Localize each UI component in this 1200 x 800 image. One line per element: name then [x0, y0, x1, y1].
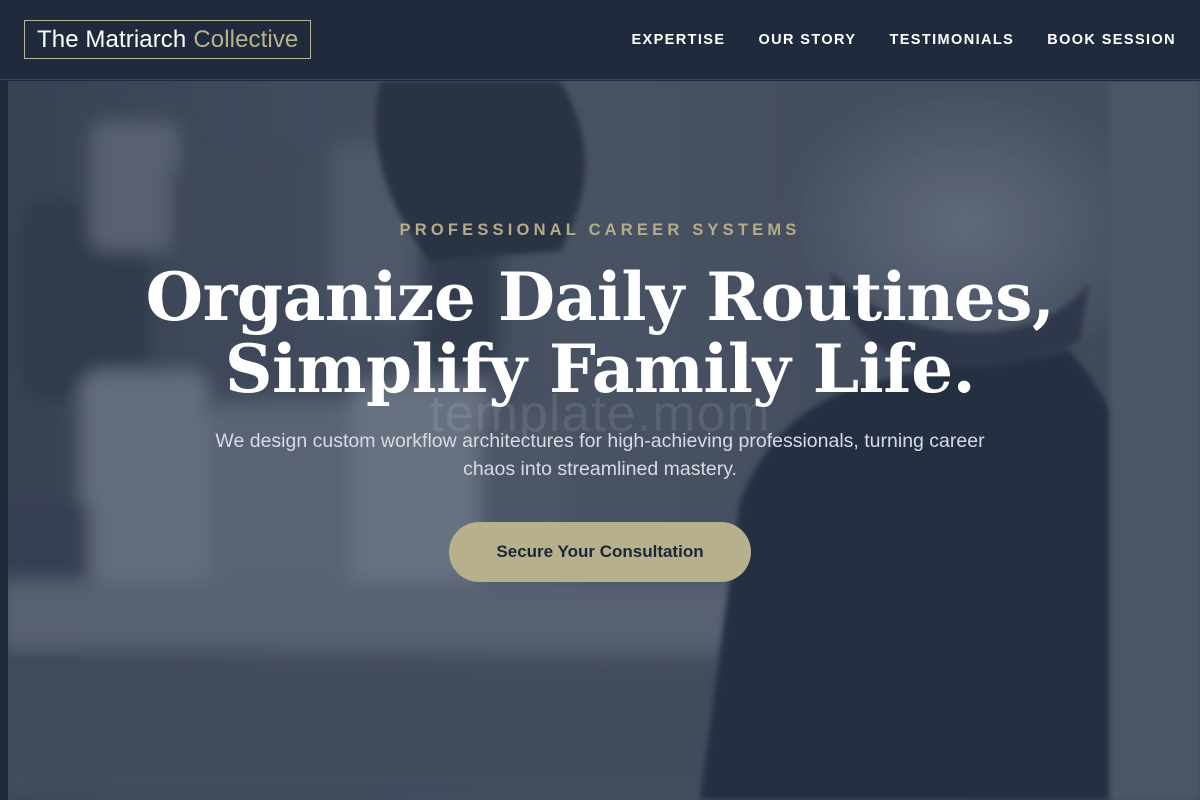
hero-section: template.mom PROFESSIONAL CAREER SYSTEMS…: [0, 81, 1200, 800]
main-nav: EXPERTISE OUR STORY TESTIMONIALS BOOK SE…: [631, 32, 1176, 48]
nav-our-story[interactable]: OUR STORY: [758, 32, 856, 48]
logo-main-text: The Matriarch: [37, 25, 187, 53]
headline-line-2: Simplify Family Life.: [224, 330, 976, 408]
hero-subtext: We design custom workflow architectures …: [215, 430, 985, 480]
site-logo[interactable]: The Matriarch Collective: [24, 20, 312, 59]
logo-accent-text: Collective: [193, 25, 299, 53]
hero-eyebrow: PROFESSIONAL CAREER SYSTEMS: [399, 221, 801, 239]
secure-consultation-button[interactable]: Secure Your Consultation: [449, 522, 751, 582]
hero-headline: Organize Daily Routines, Simplify Family…: [0, 261, 1200, 405]
nav-expertise[interactable]: EXPERTISE: [631, 32, 725, 48]
nav-book-session[interactable]: BOOK SESSION: [1047, 32, 1176, 48]
site-header: The Matriarch Collective EXPERTISE OUR S…: [0, 0, 1200, 80]
nav-testimonials[interactable]: TESTIMONIALS: [889, 32, 1014, 48]
headline-line-1: Organize Daily Routines,: [145, 258, 1055, 336]
